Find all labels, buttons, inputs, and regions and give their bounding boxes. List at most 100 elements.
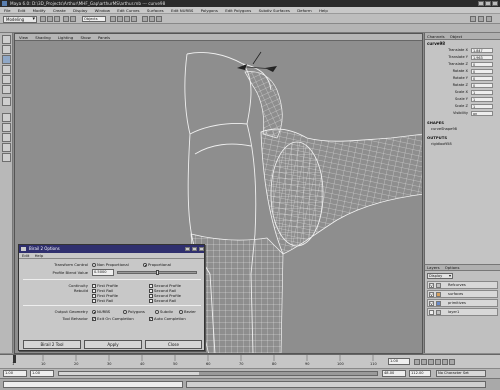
menu-edit[interactable]: Edit [18,7,26,13]
channel-row[interactable]: Scale X1 [425,89,500,96]
output-nurbs-option[interactable]: NURBS [92,309,110,314]
open-scene-icon[interactable] [47,16,53,22]
radio-button[interactable] [155,310,159,314]
layer-row[interactable]: V surfaces [427,290,498,298]
dialog-minimize-button[interactable] [185,247,190,251]
playback-start-field[interactable]: 1.00 [30,370,54,377]
single-perspective-layout-icon[interactable] [2,113,11,122]
menu-display[interactable]: Display [73,7,87,13]
output-node[interactable]: rigidlooft58 [425,141,500,147]
render-globals-icon[interactable] [156,16,162,22]
layer-visibility-toggle[interactable]: V [429,283,434,288]
radio-button[interactable] [179,310,183,314]
checkbox[interactable] [92,316,96,321]
dialog-menu-help[interactable]: Help [35,253,44,258]
end-time-field[interactable]: 112.00 [409,370,431,377]
dialog-maximize-button[interactable] [192,247,197,251]
channel-value[interactable]: 0 [471,69,493,74]
tab-channels[interactable]: Channels [427,34,445,39]
apply-button[interactable]: Apply [84,340,142,349]
radio-button[interactable] [92,310,96,314]
channel-row[interactable]: Translate X 1.847 [425,47,500,54]
layer-color-swatch[interactable] [436,292,441,297]
layer-visibility-toggle[interactable] [429,310,434,315]
layer-row[interactable]: layer1 [427,308,498,316]
output-bezier-option[interactable]: Bezier [179,309,196,314]
channel-row[interactable]: Scale Y1 [425,96,500,103]
channel-row[interactable]: Translate Y 1.963 [425,54,500,61]
save-scene-icon[interactable] [54,16,60,22]
output-polygons-option[interactable]: Polygons [123,309,145,314]
channel-value[interactable]: 0 [471,62,493,67]
menu-file[interactable]: File [4,7,11,13]
radio-button[interactable] [92,263,96,267]
step-forward-icon[interactable] [442,359,448,365]
channel-row[interactable]: Rotate X0 [425,68,500,75]
snap-view-icon[interactable] [131,16,137,22]
play-backward-icon[interactable] [428,359,434,365]
profile-blend-value-field[interactable]: 0.5000 [92,269,114,276]
last-tool-icon[interactable] [2,97,11,106]
menu-help[interactable]: Help [319,7,328,13]
menu-polygons[interactable]: Polygons [201,7,218,13]
layer-color-swatch[interactable] [436,301,441,306]
checkbox[interactable] [92,299,96,303]
select-tool-icon[interactable] [2,35,11,44]
show-attribute-editor-icon[interactable] [470,16,476,22]
tab-object[interactable]: Object [450,34,462,39]
minimize-button[interactable] [478,1,484,6]
layer-color-swatch[interactable] [436,283,441,288]
selection-mask-field[interactable]: Objects [82,16,106,22]
channel-row[interactable]: Visibility on [425,110,500,117]
maximize-button[interactable] [485,1,491,6]
menu-surfaces[interactable]: Surfaces [147,7,164,13]
rebuild-first-rail-option[interactable]: First Rail [92,298,113,303]
layer-visibility-toggle[interactable]: V [429,301,434,306]
close-dialog-button[interactable]: Close [145,340,202,349]
mel-command-input[interactable] [3,381,183,388]
ipr-render-icon[interactable] [149,16,155,22]
range-slider-handle[interactable] [59,372,199,375]
go-to-end-icon[interactable] [449,359,455,365]
channel-value[interactable]: 0 [471,83,493,88]
layer-color-swatch[interactable] [436,310,441,315]
checkbox[interactable] [149,299,153,303]
dialog-close-button[interactable] [199,247,204,251]
radio-button[interactable] [143,263,147,267]
range-slider-bar[interactable] [58,371,378,376]
show-channel-box-icon[interactable] [486,16,492,22]
playback-end-field[interactable]: 48.00 [382,370,406,377]
transform-proportional-option[interactable]: Proportional [143,262,171,267]
menu-edit-curves[interactable]: Edit Curves [117,7,139,13]
dialog-title-bar[interactable]: Birail 2 Options [19,245,204,253]
selected-object-name[interactable]: curve98 [425,40,500,47]
checkbox[interactable] [149,316,153,321]
layer-row[interactable]: V Refcurves [427,281,498,289]
menu-deform[interactable]: Deform [297,7,311,13]
snap-curve-icon[interactable] [117,16,123,22]
channel-value[interactable]: 1.963 [471,55,493,60]
layer-visibility-toggle[interactable]: V [429,292,434,297]
move-tool-icon[interactable] [2,55,11,64]
layer-type-dropdown[interactable]: Display [427,273,453,279]
character-set-dropdown[interactable]: No Character Set [436,370,486,377]
channel-value[interactable]: on [471,111,493,116]
channel-value[interactable]: 1 [471,90,493,95]
snap-grid-icon[interactable] [110,16,116,22]
scale-tool-icon[interactable] [2,75,11,84]
radio-button[interactable] [123,310,127,314]
profile-blend-slider-thumb[interactable] [156,270,159,275]
select-hierarchy-icon[interactable] [63,16,69,22]
time-slider[interactable]: 1 10 20 30 40 50 60 70 80 90 100 110 1.0… [0,354,500,368]
channel-value[interactable]: 1.847 [471,48,493,53]
render-icon[interactable] [142,16,148,22]
hypershade-layout-icon[interactable] [2,153,11,162]
profile-blend-slider[interactable] [117,270,197,275]
rotate-tool-icon[interactable] [2,65,11,74]
menu-modify[interactable]: Modify [33,7,46,13]
channel-value[interactable]: 0 [471,76,493,81]
channel-row[interactable]: Translate Z0 [425,61,500,68]
menu-edit-nurbs[interactable]: Edit NURBS [171,7,193,13]
close-button[interactable] [492,1,498,6]
exit-on-completion-option[interactable]: Exit On Completion [92,316,134,321]
